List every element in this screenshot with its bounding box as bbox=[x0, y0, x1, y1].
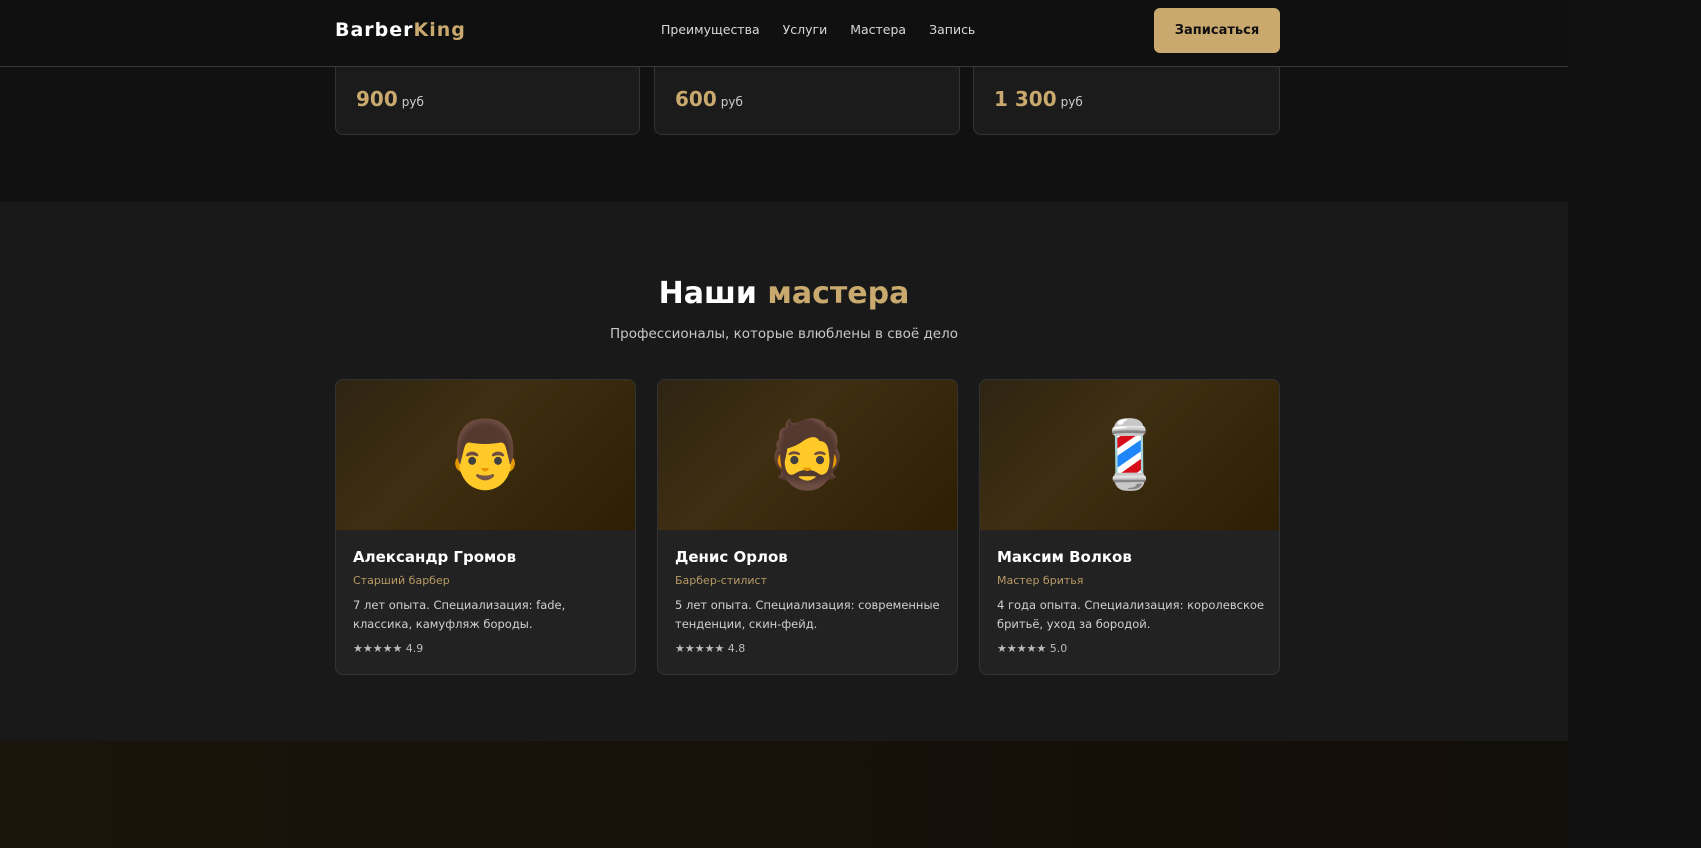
master-name: Максим Волков bbox=[997, 548, 1132, 566]
logo-accent: King bbox=[413, 19, 466, 41]
master-rating: ★★★★★ 4.9 bbox=[353, 642, 424, 655]
price-amount: 1 300 bbox=[994, 87, 1057, 111]
price-amount: 900 bbox=[356, 87, 398, 111]
master-name: Александр Громов bbox=[353, 548, 517, 566]
book-button[interactable]: Записаться bbox=[1154, 8, 1280, 53]
master-description: 5 лет опыта. Специализация: современные … bbox=[675, 598, 940, 631]
master-description: 7 лет опыта. Специализация: fade, класси… bbox=[353, 598, 566, 631]
master-photo: 👨 bbox=[336, 380, 635, 530]
price-currency: руб bbox=[1060, 95, 1083, 109]
price-amount: 600 bbox=[675, 87, 717, 111]
master-card: 💈 Максим Волков Мастер бритья 4 года опы… bbox=[979, 379, 1280, 675]
master-name: Денис Орлов bbox=[675, 548, 788, 566]
nav-booking[interactable]: Запись bbox=[929, 22, 975, 37]
master-role: Барбер-стилист bbox=[675, 574, 768, 587]
logo[interactable]: BarberKing bbox=[335, 19, 466, 41]
header: BarberKing Преимущества Услуги Мастера З… bbox=[0, 0, 1568, 67]
nav-benefits[interactable]: Преимущества bbox=[661, 22, 760, 37]
masters-section: Наши мастера Профессионалы, которые влюб… bbox=[0, 202, 1568, 741]
nav-masters[interactable]: Мастера bbox=[850, 22, 906, 37]
next-section bbox=[0, 741, 1568, 848]
master-photo: 🧔 bbox=[658, 380, 957, 530]
master-role: Старший барбер bbox=[353, 574, 450, 587]
master-role: Мастер бритья bbox=[997, 574, 1084, 587]
master-card: 👨 Александр Громов Старший барбер 7 лет … bbox=[335, 379, 636, 675]
section-subtitle: Профессионалы, которые влюблены в своё д… bbox=[609, 326, 959, 342]
logo-text: Barber bbox=[335, 19, 414, 41]
master-rating: ★★★★★ 4.8 bbox=[675, 642, 746, 655]
nav: Преимущества Услуги Мастера Запись bbox=[661, 22, 975, 37]
nav-services[interactable]: Услуги bbox=[783, 22, 828, 37]
master-photo: 💈 bbox=[980, 380, 1279, 530]
section-title: Наши мастера bbox=[658, 276, 910, 311]
price-currency: руб bbox=[720, 95, 743, 109]
master-card: 🧔 Денис Орлов Барбер-стилист 5 лет опыта… bbox=[657, 379, 958, 675]
price-currency: руб bbox=[401, 95, 424, 109]
master-rating: ★★★★★ 5.0 bbox=[997, 642, 1068, 655]
master-description: 4 года опыта. Специализация: королевское… bbox=[997, 598, 1265, 631]
